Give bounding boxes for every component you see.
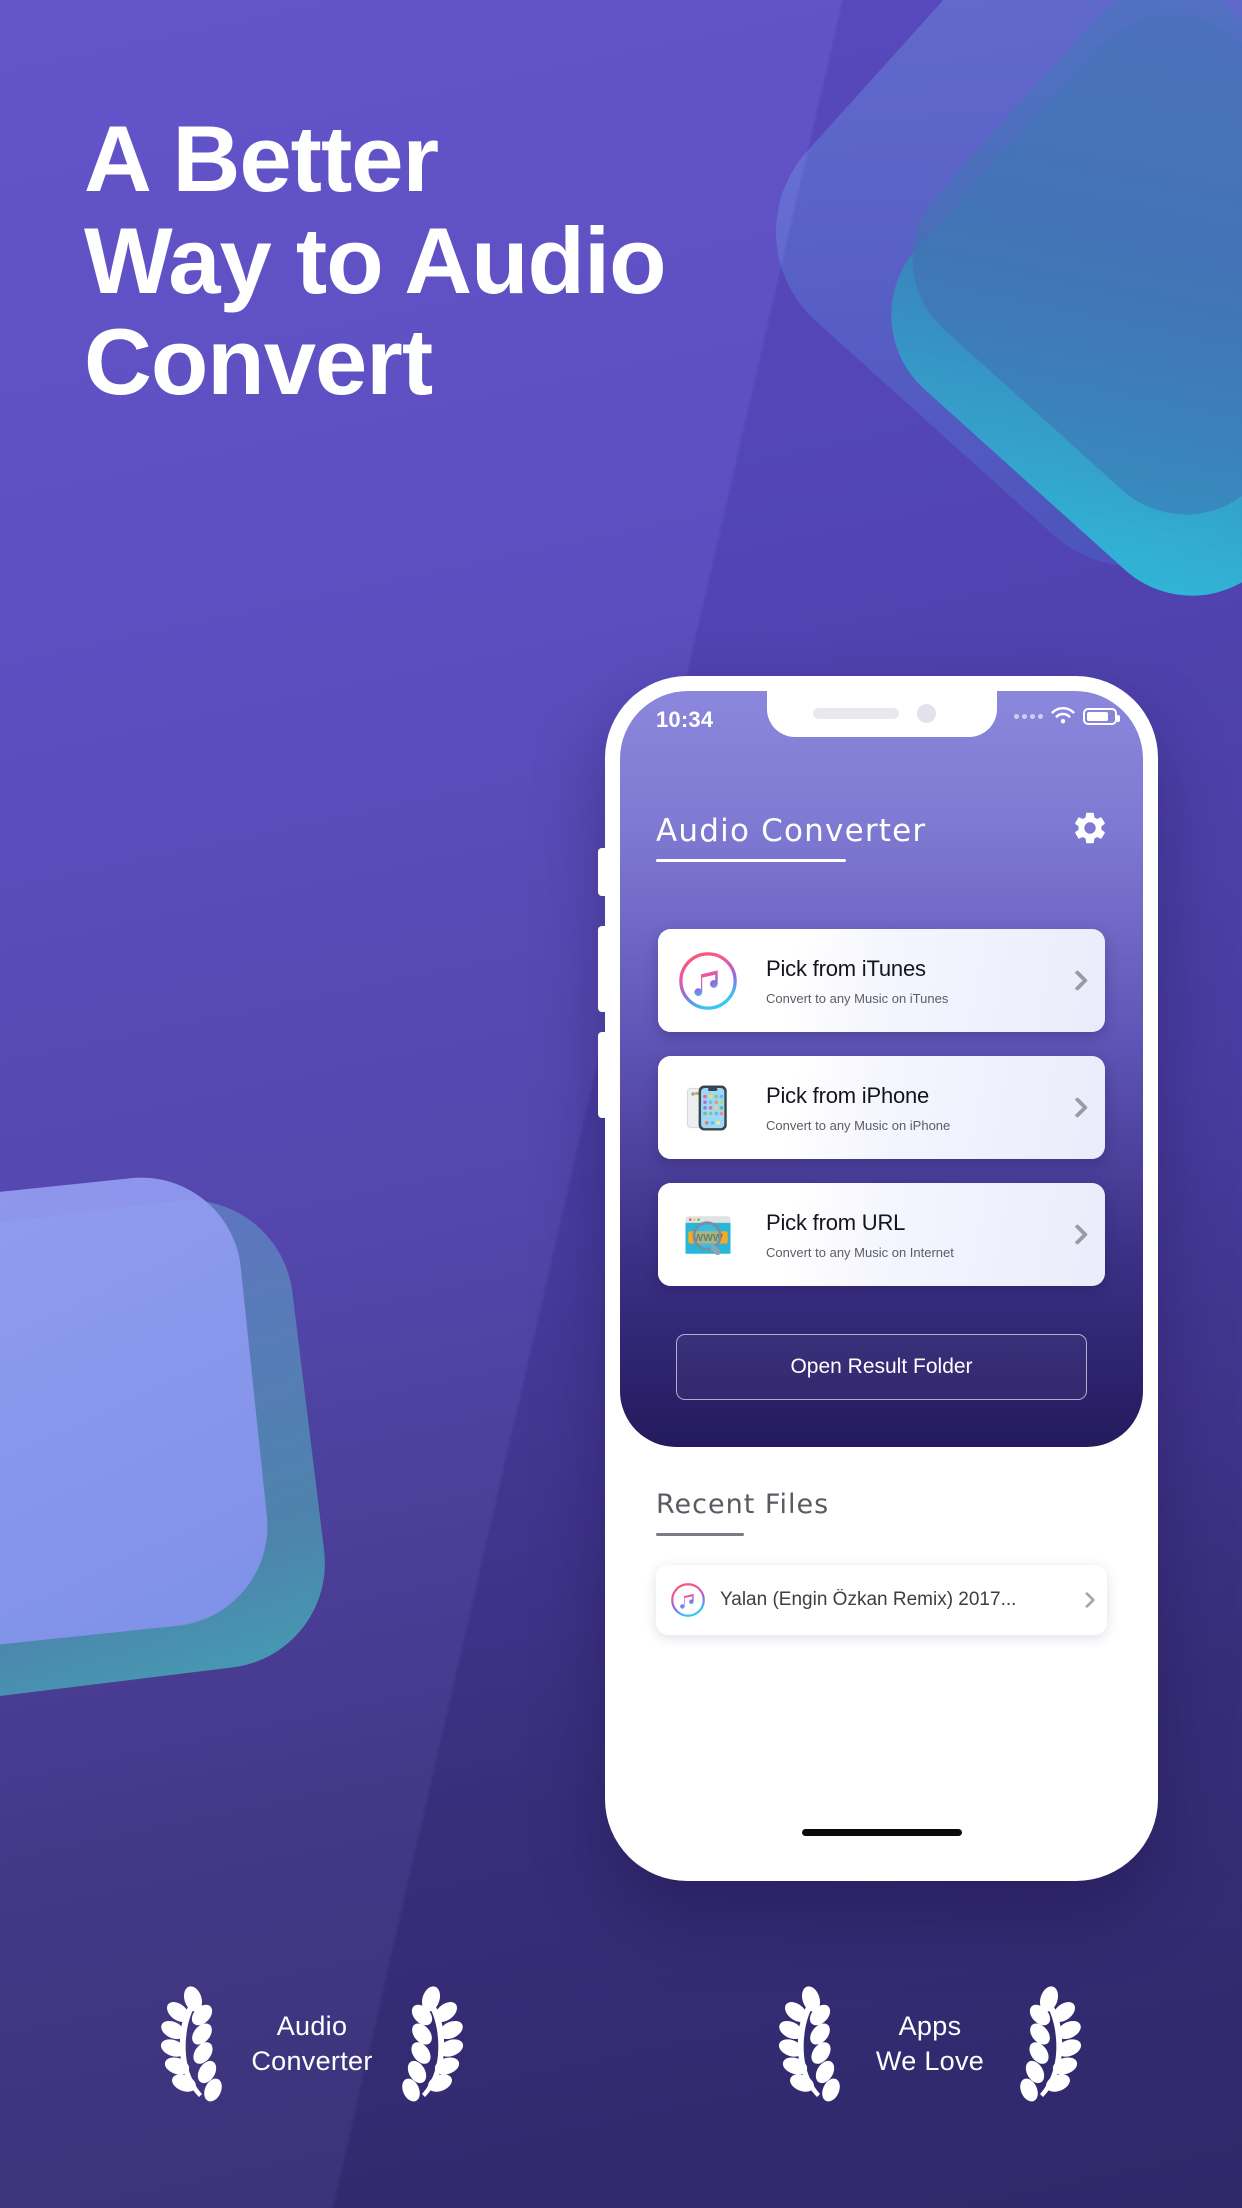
recent-file-name: Yalan (Engin Özkan Remix) 2017... — [720, 1589, 1017, 1610]
signal-dots-icon — [1014, 714, 1043, 719]
phone-mockup: 10:34 Audio Converter Pick from iTunes C… — [598, 676, 1158, 1881]
award-label: Apps We Love — [855, 2009, 1005, 2078]
laurel-icon — [778, 1986, 840, 2102]
option-subtitle: Convert to any Music on iPhone — [766, 1117, 951, 1133]
award-label: Audio Converter — [237, 2009, 387, 2078]
iphone-icon — [658, 1056, 758, 1159]
option-card-url[interactable]: WWW Pick from URL Convert to any Music o… — [658, 1183, 1105, 1286]
headline-line-1: A Better — [84, 106, 439, 211]
chevron-right-icon[interactable] — [1059, 1591, 1096, 1609]
url-browser-icon: WWW — [658, 1183, 758, 1286]
option-title: Pick from iTunes — [766, 955, 926, 981]
phone-screen: 10:34 Audio Converter Pick from iTunes C… — [620, 691, 1143, 1866]
chevron-right-icon[interactable] — [1049, 929, 1105, 1032]
option-title: Pick from iPhone — [766, 1082, 930, 1108]
phone-silent-switch[interactable] — [598, 848, 607, 896]
page-title: A Better Way to Audio Convert — [84, 108, 964, 413]
front-camera — [916, 704, 936, 723]
recent-files-section: Recent Files Yalan (Engin Özkan Remix) 2… — [620, 1447, 1143, 1866]
option-card-itunes[interactable]: Pick from iTunes Convert to any Music on… — [658, 929, 1105, 1032]
phone-volume-down-button[interactable] — [598, 1032, 607, 1118]
award-badge-apps-we-love: Apps We Love — [771, 1985, 1089, 2103]
phone-volume-up-button[interactable] — [598, 926, 607, 1012]
chevron-right-icon[interactable] — [1049, 1056, 1105, 1159]
headline-line-3: Convert — [84, 309, 433, 415]
itunes-icon — [671, 1583, 705, 1617]
wifi-icon — [1051, 707, 1075, 724]
award-badges: Audio Converter Apps We Love — [0, 1985, 1242, 2103]
option-subtitle: Convert to any Music on Internet — [766, 1244, 954, 1260]
open-result-folder-button[interactable]: Open Result Folder — [676, 1334, 1087, 1400]
app-header: Audio Converter — [656, 813, 926, 862]
recent-files-underline — [656, 1533, 744, 1536]
laurel-icon — [160, 1986, 222, 2102]
option-text: Pick from iTunes Convert to any Music on… — [758, 929, 1049, 1032]
option-title: Pick from URL — [766, 1209, 906, 1235]
award-line-2: Converter — [251, 2046, 373, 2076]
app-title: Audio Converter — [656, 813, 927, 849]
status-indicators — [1014, 707, 1120, 726]
option-card-iphone[interactable]: Pick from iPhone Convert to any Music on… — [658, 1056, 1105, 1159]
headline-line-2: Way to Audio — [84, 207, 667, 313]
phone-notch — [766, 691, 997, 737]
laurel-icon — [402, 1986, 464, 2102]
source-options-list: Pick from iTunes Convert to any Music on… — [658, 929, 1105, 1310]
award-line-1: Apps — [898, 2011, 962, 2042]
recent-files-heading: Recent Files — [656, 1489, 830, 1520]
option-text: Pick from URL Convert to any Music on In… — [758, 1183, 1049, 1286]
status-time: 10:34 — [656, 707, 714, 732]
app-title-underline — [656, 859, 846, 862]
award-line-2: We Love — [875, 2046, 985, 2076]
battery-icon — [1083, 708, 1120, 725]
award-badge-audio-converter: Audio Converter — [153, 1985, 471, 2103]
gear-icon[interactable] — [1071, 809, 1109, 847]
home-indicator — [801, 1829, 962, 1836]
earpiece-speaker — [812, 708, 899, 719]
award-line-1: Audio — [276, 2011, 348, 2042]
list-item[interactable]: Yalan (Engin Özkan Remix) 2017... — [656, 1565, 1107, 1635]
itunes-icon — [658, 929, 758, 1032]
option-text: Pick from iPhone Convert to any Music on… — [758, 1056, 1049, 1159]
recent-files-list: Yalan (Engin Özkan Remix) 2017... — [656, 1565, 1107, 1635]
laurel-icon — [1020, 1986, 1082, 2102]
option-subtitle: Convert to any Music on iTunes — [766, 990, 949, 1006]
chevron-right-icon[interactable] — [1049, 1183, 1105, 1286]
